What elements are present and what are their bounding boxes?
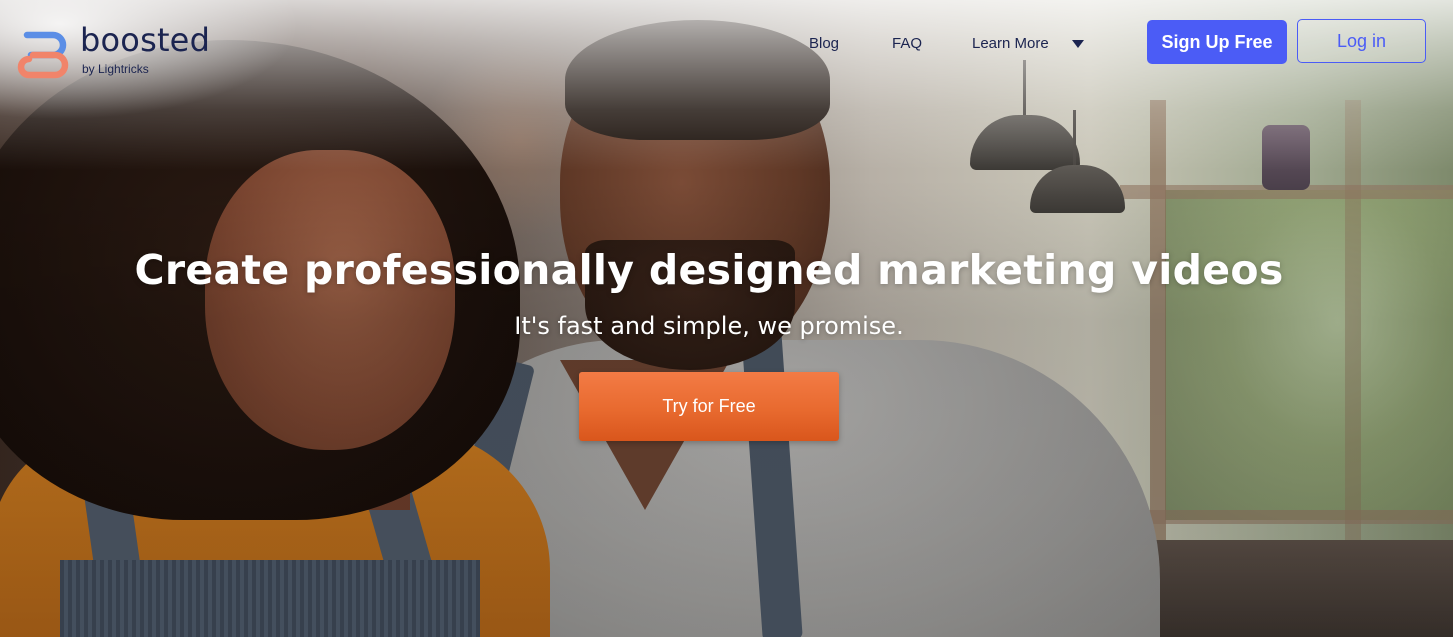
try-for-free-button[interactable]: Try for Free [579,372,839,441]
sign-up-button[interactable]: Sign Up Free [1147,20,1287,64]
hero-title: Create professionally designed marketing… [134,246,1284,294]
nav-blog-link[interactable]: Blog [809,34,839,54]
hero-subtitle: It's fast and simple, we promise. [514,312,904,340]
nav-faq-link[interactable]: FAQ [892,34,922,54]
site-header: boosted by Lightricks Blog FAQ Learn Mor… [0,0,1453,90]
boosted-logo[interactable]: boosted by Lightricks [17,22,227,82]
nav-learn-more-link[interactable]: Learn More [972,34,1049,54]
log-in-button[interactable]: Log in [1297,19,1426,63]
logo-tagline: by Lightricks [82,62,149,76]
boosted-logo-icon [17,31,69,79]
caret-down-icon[interactable] [1072,40,1084,48]
logo-wordmark: boosted [80,21,211,59]
